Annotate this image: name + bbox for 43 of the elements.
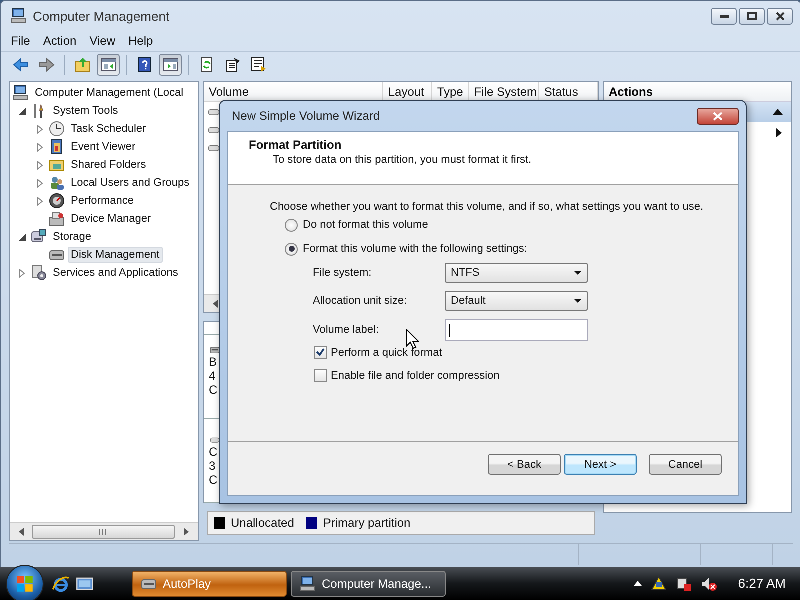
tree-item[interactable]: Task Scheduler — [68, 121, 150, 137]
field-label: Allocation unit size: — [313, 295, 408, 307]
instruction-text: Choose whether you want to format this volume, and if so, what settings you want to use. — [270, 201, 705, 213]
dialog-button[interactable]: < Back — [488, 454, 561, 475]
field-label: File system: — [313, 267, 373, 279]
tree-item[interactable]: Local Users and Groups — [68, 175, 193, 191]
disk-info-text: C — [209, 445, 218, 459]
dialog-title: New Simple Volume Wizard — [232, 109, 380, 123]
page-heading: Format Partition — [249, 138, 343, 152]
radio-label[interactable]: Do not format this volume — [303, 219, 428, 231]
tree-item[interactable]: Disk Management — [68, 247, 163, 263]
taskbar-button[interactable]: Computer Manage... — [291, 570, 446, 596]
tree-item[interactable]: Computer Management (Local — [32, 85, 187, 101]
disk-info-text: C — [209, 473, 218, 487]
disk-info-text: 4 — [209, 369, 216, 383]
disk-info-text: 3 — [209, 459, 216, 473]
legend-label: Unallocated — [231, 516, 294, 530]
checkbox-label[interactable]: Enable file and folder compression — [331, 370, 500, 382]
dropdown[interactable]: Default — [445, 291, 588, 311]
tree-item[interactable]: Device Manager — [68, 211, 154, 227]
dialog-button[interactable]: Cancel — [649, 454, 722, 475]
field-label: Volume label: — [313, 324, 380, 336]
checkbox-label[interactable]: Perform a quick format — [331, 346, 442, 358]
clock[interactable]: 6:27 AM — [738, 576, 786, 591]
disk-info-text: C — [209, 383, 218, 397]
menu-item[interactable]: File — [7, 34, 40, 48]
taskbar-button[interactable]: AutoPlay — [132, 570, 287, 596]
menu-item[interactable]: Action — [39, 34, 86, 48]
window-title: Computer Management — [33, 8, 170, 24]
tree-item[interactable]: Storage — [50, 229, 95, 245]
tree-item[interactable]: Services and Applications — [50, 265, 182, 281]
tree-item[interactable]: Performance — [68, 193, 137, 209]
dialog-button[interactable]: Next > — [564, 454, 637, 475]
dropdown[interactable]: NTFS — [445, 263, 588, 283]
legend-label: Primary partition — [323, 516, 411, 530]
page-description: To store data on this partition, you must format it first. — [272, 154, 533, 166]
tree-item[interactable]: Shared Folders — [68, 157, 150, 173]
disk-info-text: B — [209, 355, 218, 369]
tree-item[interactable]: System Tools — [50, 103, 122, 119]
tree-item[interactable]: Event Viewer — [68, 139, 139, 155]
menu-item[interactable]: View — [86, 34, 124, 48]
radio-label[interactable]: Format this volume with the following settings: — [303, 243, 528, 255]
menu-item[interactable]: Help — [124, 34, 162, 48]
